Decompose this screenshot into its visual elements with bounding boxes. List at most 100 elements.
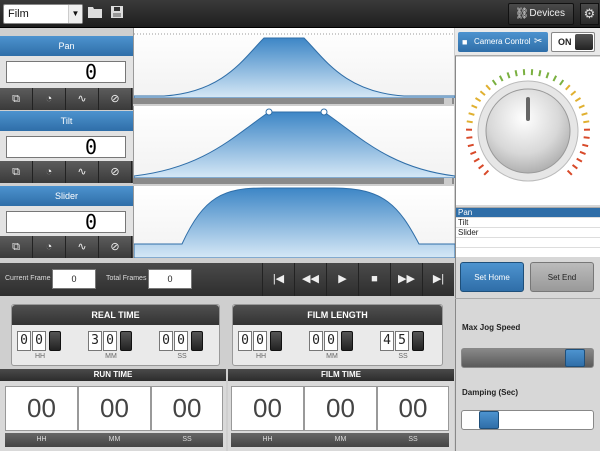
total-frames-input[interactable]: 0 (148, 269, 192, 289)
dial-tick (559, 79, 565, 86)
axis-header-pan[interactable]: Pan (0, 36, 133, 56)
settings-button[interactable]: ⚙ (580, 3, 599, 25)
axis-header-tilt[interactable]: Tilt (0, 111, 133, 131)
jog-dial[interactable] (456, 57, 600, 205)
film-length-hh-digit[interactable]: 0 (253, 331, 267, 351)
slider-thumb[interactable] (479, 411, 499, 429)
current-frame-input[interactable]: 0 (52, 269, 96, 289)
list-item[interactable]: Pan (456, 208, 600, 218)
play-button[interactable]: ▶ (326, 263, 358, 296)
keyframe-handle (265, 108, 273, 116)
speed-icon[interactable]: ◔ (33, 88, 66, 110)
damping-slider[interactable] (461, 410, 594, 430)
real-time-hh-digit[interactable]: 0 (32, 331, 46, 351)
curve-icon[interactable]: ∿ (66, 236, 99, 258)
dial-tick (491, 79, 497, 86)
film-length-mm-digit[interactable]: 0 (324, 331, 338, 351)
skip-end-button[interactable]: ▶| (422, 263, 454, 296)
film-length-hh-digit[interactable]: 0 (238, 331, 252, 351)
set-end-button[interactable]: Set End (530, 262, 594, 292)
real-time-ss-spinner[interactable] (191, 331, 203, 351)
real-time-mm-spinner[interactable] (120, 331, 132, 351)
camera-control-button[interactable]: ■ Camera Control ✂ (458, 32, 548, 52)
axis-header-slider[interactable]: Slider (0, 186, 133, 206)
no-easing-icon[interactable]: ⊘ (99, 236, 132, 258)
dial-tick (578, 104, 585, 109)
real-time-ss-digit[interactable]: 0 (174, 331, 188, 351)
unit-ss: SS (151, 433, 223, 447)
dial-tick (545, 72, 550, 79)
tilt-curve (134, 111, 455, 178)
speed-icon[interactable]: ◔ (33, 236, 66, 258)
pan-curve-graph[interactable] (133, 28, 455, 98)
keyframe-icon[interactable]: ⧉ (0, 236, 33, 258)
film-length-ss-digit[interactable]: 4 (380, 331, 394, 351)
film-length-mm-spinner[interactable] (341, 331, 353, 351)
scroll-handle[interactable] (444, 178, 452, 184)
film-length-ss-digit[interactable]: 5 (395, 331, 409, 351)
save-icon[interactable] (108, 5, 126, 23)
slider-curve-graph[interactable] (133, 186, 455, 258)
dial-pointer (526, 97, 530, 121)
chevron-down-icon: ▼ (68, 5, 82, 23)
real-time-mm-digit[interactable]: 0 (103, 331, 117, 351)
film-length-mm-digit[interactable]: 0 (309, 331, 323, 351)
folder-icon[interactable] (86, 5, 104, 23)
camera-on-toggle[interactable]: ON (551, 32, 595, 52)
unit-mm: MM (326, 353, 338, 360)
real-time-hh-spinner[interactable] (49, 331, 61, 351)
dial-tick (470, 150, 477, 156)
curve-icon[interactable]: ∿ (66, 161, 99, 183)
no-easing-icon[interactable]: ⊘ (99, 88, 132, 110)
film-length-hh-spinner[interactable] (270, 331, 282, 351)
dial-tick (485, 84, 491, 91)
keyframe-icon[interactable]: ⧉ (0, 161, 33, 183)
pan-value-field[interactable]: 0 (6, 61, 126, 83)
pan-curve (134, 37, 455, 98)
speed-icon[interactable]: ◔ (33, 161, 66, 183)
no-easing-icon[interactable]: ⊘ (99, 161, 132, 183)
unit-mm: MM (304, 433, 377, 447)
real-time-ss-digit[interactable]: 0 (159, 331, 173, 351)
slider-value-field[interactable]: 0 (6, 211, 126, 233)
run-time-ss: 00 (151, 386, 223, 431)
total-frames-label: Total Frames (106, 275, 147, 282)
curve-icon[interactable]: ∿ (66, 88, 99, 110)
dial-tick (583, 136, 590, 139)
tools-icon[interactable]: ✂ (534, 32, 548, 52)
real-time-mm-digit[interactable]: 3 (88, 331, 102, 351)
film-time-mm: 00 (304, 386, 377, 431)
dial-tick (583, 120, 590, 124)
unit-hh: HH (231, 433, 304, 447)
run-time-title: RUN TIME (0, 369, 226, 381)
pan-graph-scrollbar[interactable] (133, 98, 454, 104)
devices-button[interactable]: ⛓ Devices (508, 3, 574, 25)
slider-thumb[interactable] (565, 349, 585, 367)
unit-ss: SS (377, 433, 449, 447)
devices-label: Devices (529, 8, 565, 19)
skip-start-button[interactable]: |◀ (262, 263, 294, 296)
tilt-graph-scrollbar[interactable] (133, 178, 454, 184)
stop-button[interactable]: ■ (358, 263, 390, 296)
keyframe-icon[interactable]: ⧉ (0, 88, 33, 110)
set-home-button[interactable]: Set Home (460, 262, 524, 292)
film-length-ss-spinner[interactable] (412, 331, 424, 351)
list-item[interactable]: Tilt (456, 218, 600, 228)
axis-list: Pan Tilt Slider (456, 207, 600, 257)
real-time-title: REAL TIME (12, 305, 219, 325)
camera-control-label: Camera Control (474, 37, 531, 46)
tilt-curve-graph[interactable] (133, 106, 455, 178)
max-jog-speed-slider[interactable] (461, 348, 594, 368)
film-time-title: FILM TIME (228, 369, 454, 381)
fast-forward-button[interactable]: ▶▶ (390, 263, 422, 296)
tilt-value-field[interactable]: 0 (6, 136, 126, 158)
rewind-button[interactable]: ◀◀ (294, 263, 326, 296)
dial-tick (468, 112, 475, 116)
dial-tick (471, 104, 478, 109)
scroll-handle[interactable] (444, 98, 452, 104)
slider-curve (134, 187, 455, 258)
list-item[interactable]: Slider (456, 228, 600, 238)
real-time-hh-digit[interactable]: 0 (17, 331, 31, 351)
mode-select[interactable]: Film ▼ (3, 4, 83, 24)
dial-tick (566, 169, 573, 176)
